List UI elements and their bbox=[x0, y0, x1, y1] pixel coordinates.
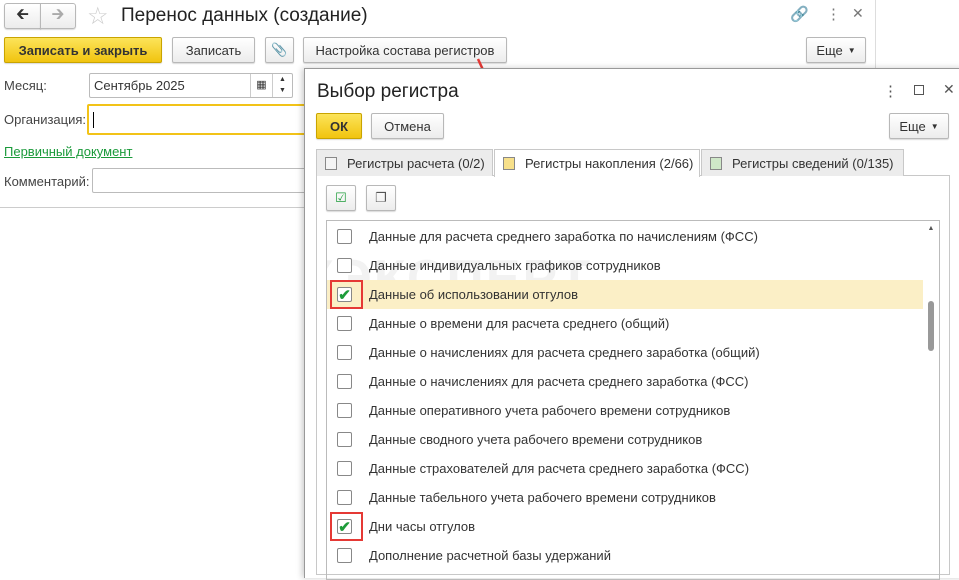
register-label: Дни часы отгулов bbox=[369, 519, 476, 534]
month-stepper[interactable]: ▲ ▼ bbox=[272, 74, 292, 97]
maximize-icon[interactable] bbox=[914, 85, 924, 95]
dialog-more-label: Еще bbox=[899, 118, 926, 134]
scrollbar-thumb[interactable] bbox=[928, 301, 934, 351]
tab-label: Регистры накопления (2/66) bbox=[525, 156, 694, 171]
back-button[interactable]: 🡰 bbox=[4, 3, 41, 29]
register-list: БУХЭКСПЕРТ Данные для расчета среднего з… bbox=[326, 220, 940, 580]
register-checkbox[interactable] bbox=[337, 403, 352, 418]
tab-accum-registers[interactable]: Регистры накопления (2/66) bbox=[494, 149, 700, 177]
save-button[interactable]: Записать bbox=[172, 37, 255, 63]
register-checkbox[interactable] bbox=[337, 374, 352, 389]
register-checkbox[interactable] bbox=[337, 432, 352, 447]
register-checkbox[interactable] bbox=[337, 316, 352, 331]
register-row[interactable]: Данные сводного учета рабочего времени с… bbox=[327, 425, 923, 454]
info-register-icon bbox=[710, 156, 722, 170]
register-label: Данные страхователей для расчета среднег… bbox=[369, 461, 750, 476]
org-field[interactable] bbox=[87, 104, 307, 135]
register-row[interactable]: Данные о начислениях для расчета среднег… bbox=[327, 367, 923, 396]
register-row[interactable]: Данные страхователей для расчета среднег… bbox=[327, 454, 923, 483]
dialog-more-icon[interactable]: ⋮ bbox=[883, 82, 898, 100]
calendar-icon[interactable]: ▦ bbox=[250, 74, 272, 97]
link-icon[interactable]: 🔗 bbox=[790, 5, 809, 23]
ok-button[interactable]: ОК bbox=[316, 113, 362, 139]
tab-label: Регистры сведений (0/135) bbox=[732, 155, 894, 171]
register-label: Данные оперативного учета рабочего време… bbox=[369, 403, 731, 418]
accum-register-icon bbox=[503, 157, 515, 170]
window-title: Перенос данных (создание) bbox=[121, 5, 368, 26]
month-value: Сентябрь 2025 bbox=[94, 78, 185, 93]
more-button[interactable]: Еще ▼ bbox=[806, 37, 866, 63]
month-label: Месяц: bbox=[4, 78, 47, 93]
forward-button[interactable]: 🡲 bbox=[40, 3, 76, 29]
more-label: Еще bbox=[816, 42, 843, 58]
register-checkbox[interactable] bbox=[337, 490, 352, 505]
tab-info-registers[interactable]: Регистры сведений (0/135) bbox=[701, 149, 904, 176]
register-checkbox[interactable] bbox=[337, 229, 352, 244]
cancel-button[interactable]: Отмена bbox=[371, 113, 444, 139]
calc-register-icon bbox=[325, 156, 337, 170]
dialog-title: Выбор регистра bbox=[317, 81, 459, 102]
chevron-down-icon: ▼ bbox=[930, 121, 939, 131]
register-row[interactable]: Данные оперативного учета рабочего време… bbox=[327, 396, 923, 425]
register-label: Данные о времени для расчета среднего (о… bbox=[369, 316, 670, 331]
register-row[interactable]: ✔ Дни часы отгулов bbox=[327, 512, 923, 541]
register-label: Данные индивидуальных графиков сотрудник… bbox=[369, 258, 661, 273]
close-icon[interactable]: ✕ bbox=[852, 5, 864, 22]
register-row[interactable]: Данные для расчета среднего заработка по… bbox=[327, 222, 923, 251]
register-checkbox[interactable] bbox=[337, 461, 352, 476]
org-label: Организация: bbox=[4, 112, 87, 127]
register-row[interactable]: Данные о времени для расчета среднего (о… bbox=[327, 309, 923, 338]
register-row[interactable]: Данные табельного учета рабочего времени… bbox=[327, 483, 923, 512]
register-checkbox[interactable] bbox=[337, 258, 352, 273]
comment-label: Комментарий: bbox=[4, 174, 90, 189]
register-checkbox[interactable] bbox=[337, 345, 352, 360]
more-icon[interactable]: ⋮ bbox=[826, 5, 841, 23]
attach-button[interactable]: 📎 bbox=[265, 37, 294, 63]
uncheck-all-button[interactable]: ❐ bbox=[366, 185, 396, 211]
register-label: Данные табельного учета рабочего времени… bbox=[369, 490, 716, 505]
dialog-more-button[interactable]: Еще ▼ bbox=[889, 113, 949, 139]
check-all-button[interactable]: ☑ bbox=[326, 185, 356, 211]
comment-field[interactable] bbox=[92, 168, 307, 193]
register-label: Данные о начислениях для расчета среднег… bbox=[369, 374, 749, 389]
register-label: Данные об использовании отгулов bbox=[369, 287, 579, 302]
star-icon[interactable]: ☆ bbox=[87, 2, 109, 31]
register-row[interactable]: ✔ Данные об использовании отгулов bbox=[327, 280, 923, 309]
register-label: Данные для расчета среднего заработка по… bbox=[369, 229, 758, 244]
register-checkbox[interactable] bbox=[337, 548, 352, 563]
scrollbar[interactable]: ▲ bbox=[926, 221, 936, 561]
register-row[interactable]: Данные индивидуальных графиков сотрудник… bbox=[327, 251, 923, 280]
tab-label: Регистры расчета (0/2) bbox=[347, 155, 485, 171]
register-row[interactable]: Дополнение расчетной базы удержаний bbox=[327, 541, 923, 570]
register-label: Данные сводного учета рабочего времени с… bbox=[369, 432, 703, 447]
chevron-down-icon: ▼ bbox=[847, 45, 856, 55]
save-close-button[interactable]: Записать и закрыть bbox=[4, 37, 162, 63]
register-label: Данные о начислениях для расчета среднег… bbox=[369, 345, 760, 360]
register-label: Дополнение расчетной базы удержаний bbox=[369, 548, 611, 563]
tab-calc-registers[interactable]: Регистры расчета (0/2) bbox=[316, 149, 493, 176]
highlight-box bbox=[330, 280, 363, 309]
dialog-close-icon[interactable]: ✕ bbox=[943, 81, 955, 98]
primary-doc-link[interactable]: Первичный документ bbox=[4, 144, 132, 159]
register-row[interactable]: Данные о начислениях для расчета среднег… bbox=[327, 338, 923, 367]
highlight-box bbox=[330, 512, 363, 541]
